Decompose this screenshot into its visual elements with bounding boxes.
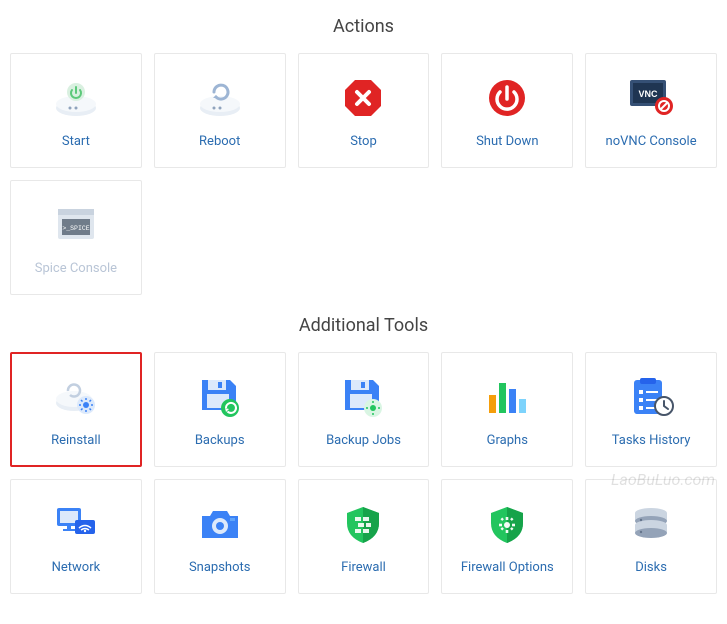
svg-text:>_SPICE: >_SPICE bbox=[62, 225, 89, 232]
shutdown-card[interactable]: Shut Down bbox=[441, 53, 573, 168]
network-label: Network bbox=[52, 560, 101, 575]
tasks-history-icon bbox=[628, 371, 674, 423]
reboot-label: Reboot bbox=[199, 134, 240, 149]
disks-label: Disks bbox=[635, 560, 667, 575]
backups-card[interactable]: Backups bbox=[154, 352, 286, 467]
actions-grid: Start Reboot Stop bbox=[10, 53, 717, 295]
reinstall-icon bbox=[52, 371, 100, 423]
firewall-options-icon bbox=[487, 498, 527, 550]
actions-title: Actions bbox=[10, 16, 717, 37]
graphs-label: Graphs bbox=[487, 433, 528, 448]
backup-jobs-icon bbox=[341, 371, 385, 423]
firewall-icon bbox=[343, 498, 383, 550]
disks-card[interactable]: Disks bbox=[585, 479, 717, 594]
firewall-card[interactable]: Firewall bbox=[298, 479, 430, 594]
reboot-card[interactable]: Reboot bbox=[154, 53, 286, 168]
snapshots-icon bbox=[198, 498, 242, 550]
graphs-card[interactable]: Graphs bbox=[441, 352, 573, 467]
stop-icon bbox=[342, 72, 384, 124]
shutdown-label: Shut Down bbox=[476, 134, 538, 149]
snapshots-card[interactable]: Snapshots bbox=[154, 479, 286, 594]
novnc-label: noVNC Console bbox=[606, 134, 697, 149]
firewall-options-card[interactable]: Firewall Options bbox=[441, 479, 573, 594]
start-card[interactable]: Start bbox=[10, 53, 142, 168]
stop-label: Stop bbox=[350, 134, 377, 149]
tools-title: Additional Tools bbox=[10, 315, 717, 336]
graphs-icon bbox=[485, 371, 529, 423]
reboot-drive-icon bbox=[196, 72, 244, 124]
tools-grid: Reinstall Backups bbox=[10, 352, 717, 594]
network-icon bbox=[53, 498, 99, 550]
snapshots-label: Snapshots bbox=[189, 560, 251, 575]
reinstall-card[interactable]: Reinstall bbox=[10, 352, 142, 467]
spice-label: Spice Console bbox=[35, 261, 117, 276]
backups-label: Backups bbox=[195, 433, 245, 448]
backup-jobs-label: Backup Jobs bbox=[326, 433, 401, 448]
firewall-label: Firewall bbox=[341, 560, 386, 575]
start-label: Start bbox=[62, 134, 90, 149]
power-drive-icon bbox=[52, 72, 100, 124]
network-card[interactable]: Network bbox=[10, 479, 142, 594]
svg-text:VNC: VNC bbox=[639, 89, 659, 99]
shutdown-icon bbox=[486, 72, 528, 124]
spice-card: >_SPICE Spice Console bbox=[10, 180, 142, 295]
disks-icon bbox=[629, 498, 673, 550]
spice-icon: >_SPICE bbox=[54, 199, 98, 251]
reinstall-label: Reinstall bbox=[51, 433, 101, 448]
tasks-history-label: Tasks History bbox=[612, 433, 691, 448]
firewall-options-label: Firewall Options bbox=[461, 560, 554, 575]
tasks-history-card[interactable]: Tasks History bbox=[585, 352, 717, 467]
novnc-card[interactable]: VNC noVNC Console bbox=[585, 53, 717, 168]
backup-jobs-card[interactable]: Backup Jobs bbox=[298, 352, 430, 467]
vnc-icon: VNC bbox=[626, 72, 676, 124]
backups-icon bbox=[198, 371, 242, 423]
stop-card[interactable]: Stop bbox=[298, 53, 430, 168]
